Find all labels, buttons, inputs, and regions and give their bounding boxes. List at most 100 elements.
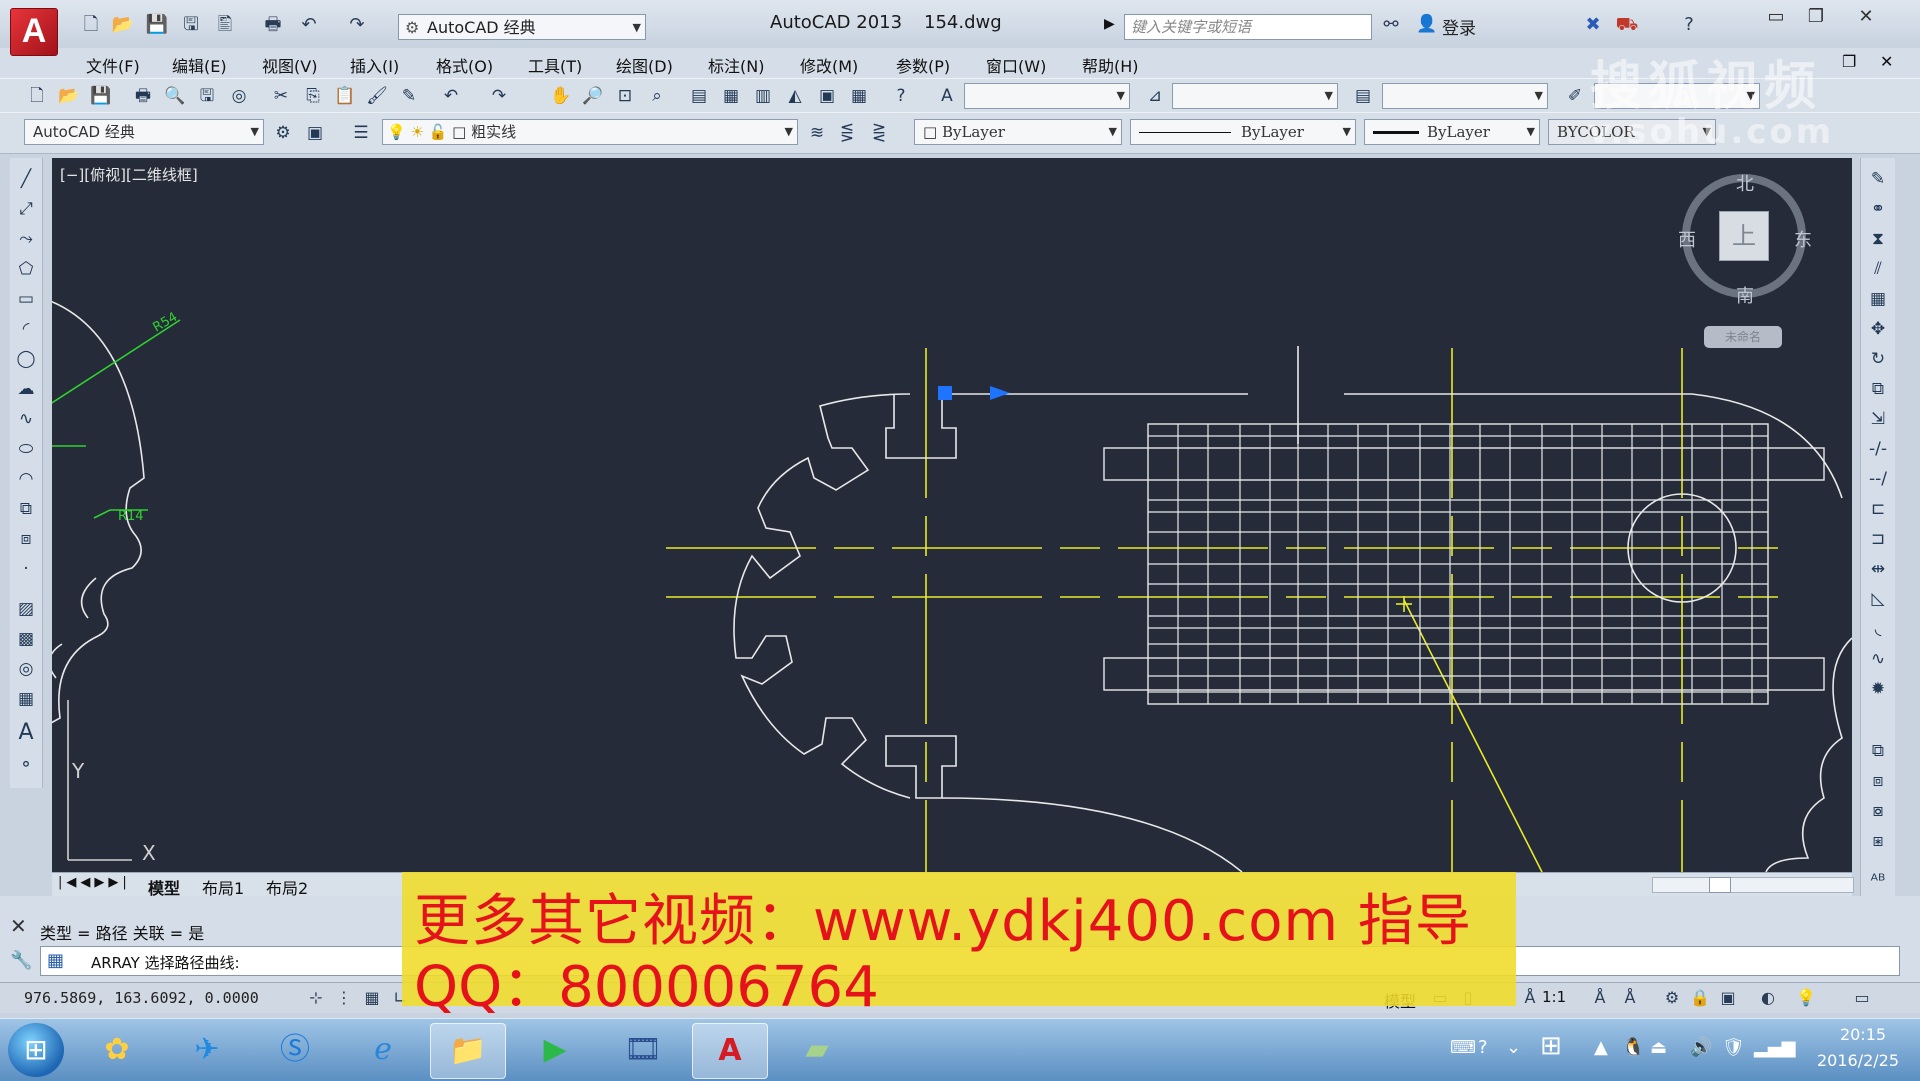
minimize-button[interactable]: ▭ [1756,4,1796,30]
snap-mode-icon[interactable]: ⋮ [332,986,356,1010]
open-icon[interactable]: 📂 [56,83,82,109]
shield-icon[interactable]: 🛡 [1722,1037,1745,1058]
application-menu-button[interactable]: A [10,8,58,56]
network-icon[interactable]: ▂▄▆ [1754,1037,1796,1058]
match-properties-icon[interactable]: 🖌 [364,83,390,109]
wcs-menu-button[interactable]: 未命名 [1704,326,1782,348]
undo-icon[interactable]: ↶ [296,12,322,38]
menu-window[interactable]: 窗口(W) [986,53,1046,77]
menu-insert[interactable]: 插入(I) [350,53,399,77]
new-file-icon[interactable]: 🗋 [78,12,104,38]
print-icon[interactable]: 🖶 [260,12,286,38]
close-drawing-icon[interactable]: ✕ [1880,52,1893,71]
recent-commands-icon[interactable]: ▦ [47,950,64,971]
save-icon[interactable]: 💾 [144,12,170,38]
blend-curves-icon[interactable]: ∿ [1865,646,1891,672]
pinyin-app-icon[interactable]: ✿ [80,1023,154,1077]
zoom-previous-icon[interactable]: ⌕ [644,83,670,109]
help-icon[interactable]: ? [1676,12,1702,38]
bird-app-icon[interactable]: ✈ [170,1023,244,1077]
calculator-icon[interactable]: ▦ [846,83,872,109]
document-app-icon[interactable]: ▰ [780,1023,854,1077]
lineweight-select[interactable]: ByLayer ▼ [1364,119,1540,145]
volume-icon[interactable]: 🔊 [1690,1037,1712,1058]
redo-icon[interactable]: ↷ [344,12,370,38]
cut-icon[interactable]: ✂ [268,83,294,109]
annotation-scale-icon[interactable]: Å [1518,986,1542,1010]
compass-west[interactable]: 西 [1678,226,1696,252]
undo-icon[interactable]: ↶ [438,83,464,109]
multiline-text-icon[interactable]: A [13,720,39,746]
annotation-visibility-icon[interactable]: Å [1588,986,1612,1010]
break-at-point-icon[interactable]: ⊏ [1865,496,1891,522]
viewport-controls-label[interactable]: [−][俯视][二维线框] [60,164,198,185]
table-style-select[interactable]: ▼ [1382,83,1548,109]
start-button[interactable]: ⊞ [8,1023,64,1077]
horizontal-scrollbar[interactable] [1652,877,1854,893]
zoom-realtime-icon[interactable]: 🔎 [580,83,606,109]
infer-constraints-icon[interactable]: ⊹ [304,986,328,1010]
sogou-browser-icon[interactable]: Ⓢ [258,1023,332,1077]
send-back-icon[interactable]: ⧇ [1865,798,1891,824]
copy-object-icon[interactable]: ⚭ [1865,196,1891,222]
toolbar-lock-icon[interactable]: 🔒 [1688,986,1712,1010]
dim-style-icon[interactable]: ⊿ [1142,83,1168,109]
make-current-layer-icon[interactable]: ≋ [804,120,830,146]
help-tray-icon[interactable]: ? [1478,1037,1488,1058]
bring-above-icon[interactable]: ⧆ [1865,828,1891,854]
sheet-set-icon[interactable]: ◭ [782,83,808,109]
dim-style-select[interactable]: ▼ [1172,83,1338,109]
add-selected-icon[interactable]: ⚬ [13,752,39,778]
hardware-acceleration-icon[interactable]: ▣ [1716,986,1740,1010]
grid-display-icon[interactable]: ▦ [360,986,384,1010]
save-icon[interactable]: 💾 [88,83,114,109]
point-icon[interactable]: · [13,556,39,582]
close-command-icon[interactable]: ✕ [10,914,27,938]
compass-south[interactable]: 南 [1736,282,1754,308]
close-button[interactable]: ✕ [1846,4,1886,30]
offset-icon[interactable]: ⫽ [1865,256,1891,282]
3d-dwf-icon[interactable]: ◎ [226,83,252,109]
save-as-icon[interactable]: 🖫 [178,12,204,38]
menu-draw[interactable]: 绘图(D) [616,53,673,77]
line-icon[interactable]: ╱ [13,166,39,192]
rectangle-icon[interactable]: ▭ [13,286,39,312]
ellipse-arc-icon[interactable]: ◠ [13,466,39,492]
viewcube-top-face[interactable]: 上 [1719,211,1769,261]
construction-line-icon[interactable]: ⤢ [13,196,39,222]
rotate-icon[interactable]: ↻ [1865,346,1891,372]
multileader-style-icon[interactable]: ✐ [1562,83,1588,109]
draw-order-icon[interactable]: ⧉ [1865,738,1891,764]
pan-icon[interactable]: ✋ [548,83,574,109]
compass-north[interactable]: 北 [1736,170,1754,196]
grip-arrow[interactable] [990,386,1010,400]
spline-icon[interactable]: ∿ [13,406,39,432]
usb-icon[interactable]: ⏏ [1650,1037,1667,1058]
restore-icon[interactable]: ❐ [1842,52,1856,71]
break-icon[interactable]: ⊐ [1865,526,1891,552]
layer-manager-icon[interactable]: ☰ [348,120,374,146]
tab-navigation-icon[interactable]: |◀◀▶▶| [58,875,131,890]
fillet-icon[interactable]: ◟ [1865,616,1891,642]
show-hidden-icons[interactable]: ▲ [1594,1037,1608,1058]
binoculars-icon[interactable]: ⚯ [1378,12,1404,38]
hatch-icon[interactable]: ▨ [13,596,39,622]
join-icon[interactable]: ⇹ [1865,556,1891,582]
linetype-select[interactable]: ByLayer ▼ [1130,119,1356,145]
block-editor-icon[interactable]: ✎ [396,83,422,109]
region-icon[interactable]: ◎ [13,656,39,682]
windows-flag-icon[interactable]: ⊞ [1540,1031,1562,1061]
tool-palettes-icon[interactable]: ▥ [750,83,776,109]
annotation-scale-value[interactable]: 1:1 [1542,988,1566,1006]
grip-square[interactable] [938,386,952,400]
arc-icon[interactable]: ◜ [13,316,39,342]
layer-state-icon[interactable]: ⋛ [866,120,892,146]
table-style-icon[interactable]: ▤ [1350,83,1376,109]
text-style-icon[interactable]: A [934,83,960,109]
compass-east[interactable]: 东 [1794,226,1812,252]
menu-format[interactable]: 格式(O) [436,53,493,77]
exchange-icon[interactable]: ✖ [1580,12,1606,38]
circle-icon[interactable]: ◯ [13,346,39,372]
table-icon[interactable]: ▦ [13,686,39,712]
copy-icon[interactable]: ⎘ [300,83,326,109]
